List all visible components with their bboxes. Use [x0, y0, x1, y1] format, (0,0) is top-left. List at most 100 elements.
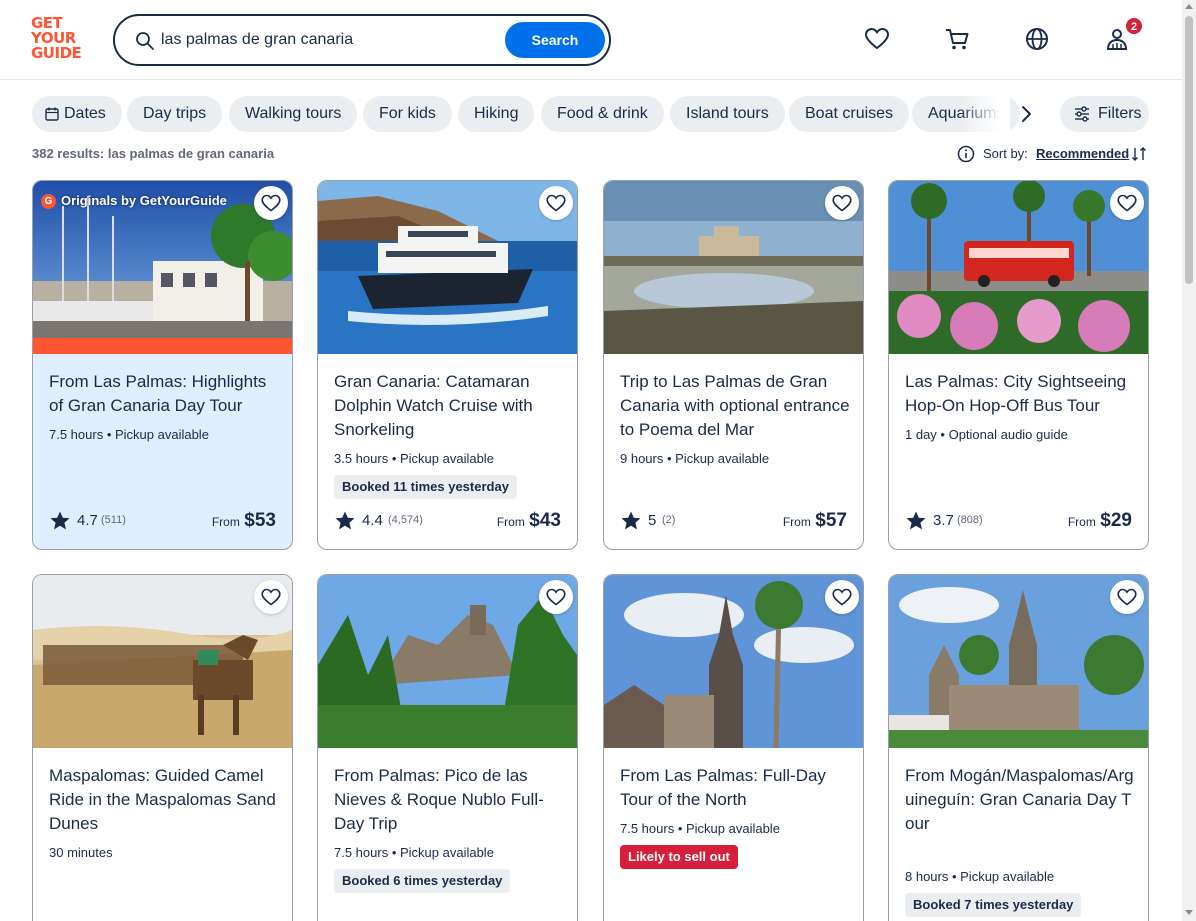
card-image[interactable]: [889, 181, 1148, 354]
calendar-icon: [45, 107, 59, 121]
originals-g-icon: G: [41, 194, 56, 209]
site-header: GET YOUR GUIDE Search 2: [0, 0, 1182, 80]
card-title[interactable]: From Palmas: Pico de las Nieves & Roque …: [334, 764, 566, 836]
sort-arrows-icon[interactable]: [1131, 145, 1147, 163]
getyourguide-logo[interactable]: GET YOUR GUIDE: [31, 16, 91, 64]
rating-score: 3.7: [933, 512, 954, 529]
search-bar: Search: [113, 14, 611, 66]
page-scrollbar[interactable]: [1182, 0, 1196, 921]
card-image[interactable]: [604, 575, 863, 748]
results-count: 382 results: las palmas de gran canaria: [32, 146, 275, 161]
wishlist-button[interactable]: [254, 186, 288, 220]
card-price: From $29: [1068, 510, 1132, 532]
booking-tag: Booked 7 times yesterday: [905, 893, 1082, 917]
booking-tag: Booked 11 times yesterday: [334, 475, 517, 499]
originals-badge: G Originals by GetYourGuide: [41, 191, 227, 211]
price-amount: $53: [244, 510, 276, 531]
chevron-right-icon[interactable]: [1016, 104, 1036, 124]
card-meta: 30 minutes: [49, 845, 113, 860]
chip-food-drink[interactable]: Food & drink: [541, 96, 664, 132]
price-from-label: From: [496, 515, 525, 529]
heart-icon: [832, 194, 852, 212]
wishlist-button[interactable]: [539, 580, 573, 614]
card-title[interactable]: From Las Palmas: Full-Day Tour of the No…: [620, 764, 852, 812]
heart-icon: [261, 194, 281, 212]
chips-fade: [960, 96, 1010, 132]
logo-line-3: GUIDE: [31, 44, 82, 62]
rating-score: 4.7: [77, 512, 98, 529]
filters-label: Filters: [1098, 105, 1142, 122]
chip-dates[interactable]: Dates: [32, 96, 122, 132]
price-from-label: From: [1067, 515, 1096, 529]
review-count: (808): [957, 514, 983, 526]
star-icon: [335, 511, 355, 530]
review-count: (511): [101, 514, 126, 526]
price-amount: $29: [1100, 510, 1132, 531]
star-icon: [50, 511, 70, 530]
wishlist-button[interactable]: [254, 580, 288, 614]
sell-out-tag: Likely to sell out: [620, 845, 738, 869]
star-icon: [906, 511, 926, 530]
originals-strip: [33, 338, 292, 354]
card-image[interactable]: [889, 575, 1148, 748]
activity-card[interactable]: From Palmas: Pico de las Nieves & Roque …: [317, 574, 578, 921]
card-title[interactable]: From Las Palmas: Highlights of Gran Cana…: [49, 370, 281, 418]
chip-boat-cruises[interactable]: Boat cruises: [789, 96, 910, 132]
chip-for-kids[interactable]: For kids: [363, 96, 452, 132]
card-meta: 8 hours • Pickup available: [905, 869, 1055, 884]
rating-score: 5: [648, 512, 657, 529]
wishlist-button[interactable]: [825, 186, 859, 220]
card-meta: 7.5 hours • Pickup available: [334, 845, 494, 860]
chip-day-trips[interactable]: Day trips: [127, 96, 223, 132]
activity-card[interactable]: Trip to Las Palmas de Gran Canaria with …: [603, 180, 864, 550]
activity-card[interactable]: Maspalomas: Guided Camel Ride in the Mas…: [32, 574, 293, 921]
review-count: (4,574): [388, 514, 423, 526]
sort-label: Sort by:: [983, 146, 1028, 161]
chip-hiking[interactable]: Hiking: [458, 96, 535, 132]
card-title[interactable]: Gran Canaria: Catamaran Dolphin Watch Cr…: [334, 370, 566, 442]
originals-label: Originals by GetYourGuide: [61, 193, 227, 208]
chip-island-tours[interactable]: Island tours: [670, 96, 785, 132]
scroll-thumb[interactable]: [1185, 16, 1193, 284]
category-chips: Dates Day trips Walking tours For kids H…: [32, 96, 1032, 132]
filters-button[interactable]: Filters: [1060, 96, 1149, 132]
wishlist-button[interactable]: [539, 186, 573, 220]
chip-walking-tours[interactable]: Walking tours: [229, 96, 358, 132]
card-image[interactable]: [318, 575, 577, 748]
search-input[interactable]: [161, 28, 491, 52]
sort-value[interactable]: Recommended: [1036, 146, 1129, 161]
card-price: From $57: [783, 510, 847, 532]
wishlist-button[interactable]: [825, 580, 859, 614]
card-meta: 7.5 hours • Pickup available: [49, 427, 209, 442]
card-price: From $53: [212, 510, 276, 532]
activity-card[interactable]: G Originals by GetYourGuide From Las Pal…: [32, 180, 293, 550]
card-meta: 9 hours • Pickup available: [620, 451, 770, 466]
search-button[interactable]: Search: [505, 22, 605, 58]
info-icon[interactable]: [957, 145, 975, 163]
globe-icon[interactable]: [1024, 26, 1050, 52]
activity-card[interactable]: From Mogán/Maspalomas/Arguineguín: Gran …: [888, 574, 1149, 921]
price-from-label: From: [211, 515, 240, 529]
wishlist-button[interactable]: [1110, 580, 1144, 614]
cart-icon[interactable]: [944, 26, 970, 52]
card-image[interactable]: [604, 181, 863, 354]
activity-card[interactable]: Las Palmas: City Sightseeing Hop-On Hop-…: [888, 180, 1149, 550]
chip-label: Dates: [64, 105, 106, 122]
rating-score: 4.4: [362, 512, 383, 529]
search-icon: [136, 32, 154, 50]
card-image[interactable]: [33, 575, 292, 748]
scroll-down-arrow-icon[interactable]: [1185, 910, 1193, 915]
card-image[interactable]: [318, 181, 577, 354]
card-title[interactable]: Maspalomas: Guided Camel Ride in the Mas…: [49, 764, 281, 836]
wishlist-button[interactable]: [1110, 186, 1144, 220]
card-title[interactable]: Trip to Las Palmas de Gran Canaria with …: [620, 370, 852, 442]
wishlist-heart-icon[interactable]: [864, 26, 890, 52]
sort-control[interactable]: Sort by: Recommended: [957, 144, 1149, 164]
card-title[interactable]: Las Palmas: City Sightseeing Hop-On Hop-…: [905, 370, 1137, 418]
scroll-up-arrow-icon[interactable]: [1185, 4, 1193, 9]
card-title[interactable]: From Mogán/Maspalomas/Arguineguín: Gran …: [905, 764, 1137, 836]
activity-card[interactable]: Gran Canaria: Catamaran Dolphin Watch Cr…: [317, 180, 578, 550]
activity-card[interactable]: From Las Palmas: Full-Day Tour of the No…: [603, 574, 864, 921]
review-count: (2): [662, 514, 676, 526]
price-from-label: From: [782, 515, 811, 529]
